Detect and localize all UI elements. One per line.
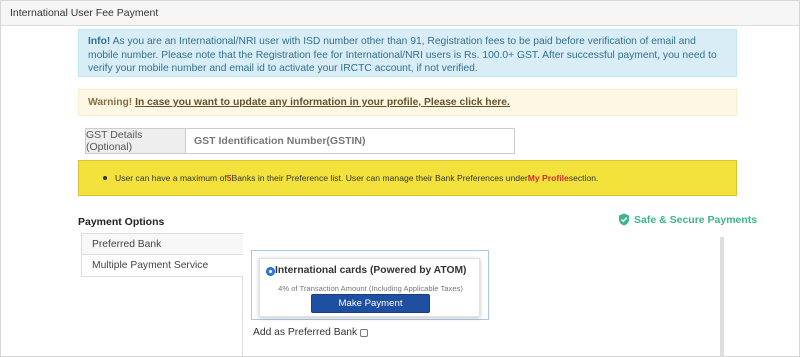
panel-title: International User Fee Payment	[10, 7, 159, 19]
bank-preference-notice: User can have a maximum of 5 Banks in th…	[78, 160, 737, 196]
option-title: International cards (Powered by ATOM)	[275, 265, 467, 276]
my-profile-link[interactable]: My Profile	[528, 173, 569, 183]
payment-options-heading: Payment Options	[78, 216, 165, 228]
info-text: As you are an International/NRI user wit…	[88, 36, 717, 75]
update-profile-link[interactable]: In case you want to update any informati…	[135, 97, 510, 108]
gstin-input[interactable]	[186, 128, 515, 154]
scrollbar[interactable]	[720, 237, 724, 357]
warning-alert: Warning! In case you want to update any …	[78, 89, 737, 116]
option-radio[interactable]	[266, 267, 275, 276]
notice-middle: Banks in their Preference list. User can…	[231, 173, 528, 183]
notice-prefix: User can have a maximum of	[115, 173, 227, 183]
add-preferred-bank[interactable]: Add as Preferred Bank	[253, 327, 369, 338]
info-alert: Info! As you are an International/NRI us…	[78, 29, 737, 77]
notice-suffix: section.	[568, 173, 599, 183]
warning-label: Warning!	[88, 97, 133, 108]
make-payment-button[interactable]: Make Payment	[311, 294, 430, 313]
international-cards-option[interactable]: International cards (Powered by ATOM) 4%…	[259, 258, 480, 317]
secure-payments-badge: Safe & Secure Payments	[618, 213, 757, 226]
info-label: Info!	[88, 36, 111, 47]
tab-multiple-payment-service[interactable]: Multiple Payment Service	[81, 255, 243, 277]
tab-preferred-bank[interactable]: Preferred Bank	[81, 233, 243, 255]
gst-input-group: GST Details (Optional)	[85, 128, 515, 154]
preferred-bank-checkbox[interactable]	[360, 328, 369, 337]
payment-tabs: Preferred Bank Multiple Payment Service	[81, 233, 243, 357]
shield-check-icon	[619, 213, 629, 226]
gst-addon-label: GST Details (Optional)	[85, 128, 186, 154]
panel-header: International User Fee Payment	[1, 1, 799, 26]
preferred-bank-label: Add as Preferred Bank	[253, 327, 358, 338]
option-fee-note: 4% of Transaction Amount (Including Appl…	[278, 284, 463, 293]
bullet-icon	[103, 176, 107, 180]
secure-label: Safe & Secure Payments	[634, 213, 758, 226]
